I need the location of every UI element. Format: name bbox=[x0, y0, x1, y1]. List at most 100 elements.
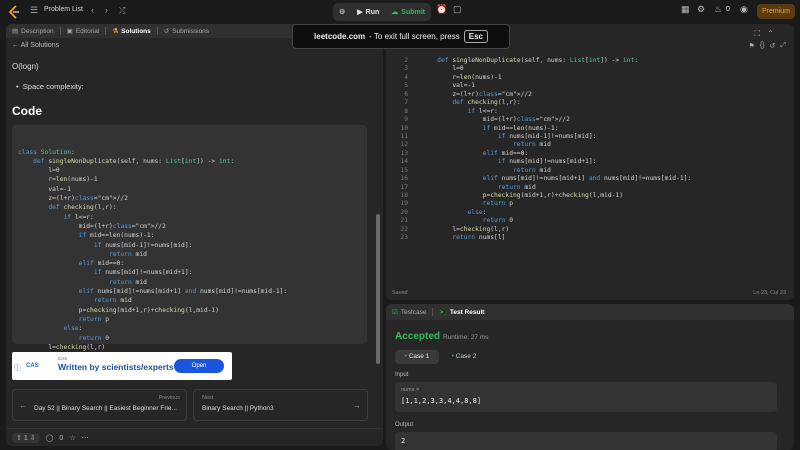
line-number: 3 bbox=[404, 65, 408, 73]
tab-submissions[interactable]: ↺ Submissions bbox=[158, 27, 215, 36]
code-lines: class Solution: def singleNonDuplicate(s… bbox=[12, 144, 367, 366]
run-toolbar: ⚙ ▶ Run ☁ Submit bbox=[333, 3, 432, 21]
editor-line: 11 if nums[mid-1]!=nums[mid]: bbox=[386, 133, 691, 141]
ad-brand: CAS bbox=[26, 363, 39, 369]
cursor-position: Ln 23, Col 23 bbox=[753, 290, 786, 296]
timer-icon[interactable]: ⏰ bbox=[436, 4, 447, 15]
editor-line: 12 return mid bbox=[386, 141, 691, 149]
bullet-space-complexity: • Space complexity: bbox=[16, 82, 84, 91]
run-button[interactable]: ▶ Run bbox=[351, 3, 385, 21]
editor-line: 13 elif mid==0: bbox=[386, 150, 691, 158]
editor-code-text: val=-1 bbox=[422, 82, 476, 90]
debug-icon[interactable]: ⚙ bbox=[333, 3, 351, 21]
note-icon[interactable]: ▢ bbox=[453, 4, 462, 15]
editor-line: 23 return nums[l] bbox=[386, 234, 691, 242]
bookmark-icon[interactable]: ⚑ bbox=[749, 42, 755, 50]
line-number: 7 bbox=[404, 99, 408, 107]
editor-code-text: return p bbox=[482, 200, 514, 208]
output-value: 2 bbox=[401, 437, 406, 445]
previous-solution-title: Day 52 || Binary Search || Easiest Begin… bbox=[34, 405, 177, 412]
tab-solutions[interactable]: ⚗ Solutions bbox=[106, 27, 156, 36]
left-scrollbar[interactable] bbox=[376, 214, 380, 364]
editor-code-text: def checking(l,r): bbox=[452, 99, 521, 107]
avatar[interactable]: ◉ bbox=[740, 4, 748, 15]
ad-banner[interactable]: ⓘ CAS CAS Written by scientists/experts … bbox=[12, 352, 232, 380]
prev-problem-icon[interactable]: ‹ bbox=[91, 5, 94, 15]
problem-list-link[interactable]: Problem List bbox=[44, 6, 83, 13]
tab-testcase[interactable]: ☑ Testcase bbox=[386, 308, 432, 317]
terminal-icon: >_ bbox=[439, 308, 447, 316]
fire-icon[interactable]: ♨ bbox=[714, 4, 722, 15]
line-number: 20 bbox=[400, 208, 408, 216]
line-number: 15 bbox=[400, 166, 408, 174]
settings-icon[interactable]: ⚙ bbox=[697, 4, 705, 15]
history-icon: ↺ bbox=[163, 28, 170, 35]
ad-info-icon[interactable]: ⓘ bbox=[14, 363, 21, 373]
line-number: 18 bbox=[400, 192, 408, 199]
editor-code-text: p=checking(mid+1,r)+checking(l,mid-1) bbox=[422, 192, 623, 199]
editor-code-text: return mid bbox=[513, 166, 551, 174]
back-to-solutions[interactable]: ← All Solutions bbox=[12, 42, 59, 49]
collapse-icon[interactable]: ⌃ bbox=[767, 29, 774, 38]
upload-cloud-icon: ☁ bbox=[391, 9, 399, 16]
code-line: if nums[mid-1]!=nums[mid]: bbox=[93, 241, 193, 249]
fullscreen-text: - To exit full screen, press bbox=[369, 32, 460, 41]
favorite-star-icon[interactable]: ☆ bbox=[69, 434, 75, 442]
comment-icon[interactable]: ◯ bbox=[46, 434, 54, 442]
editor-code-text: return mid bbox=[513, 141, 551, 149]
ad-open-button[interactable]: Open bbox=[174, 359, 224, 373]
editor-code-text: l=checking(l,r) bbox=[422, 225, 510, 233]
more-icon[interactable]: ⋯ bbox=[82, 434, 89, 442]
input-variable-name: nums = bbox=[401, 387, 420, 393]
premium-button[interactable]: Premium bbox=[757, 4, 795, 19]
line-number: 14 bbox=[400, 158, 408, 166]
downvote-icon[interactable]: ⇩ bbox=[30, 435, 36, 442]
editor-code-text: return nums[l] bbox=[452, 234, 506, 242]
line-number: 11 bbox=[400, 132, 408, 140]
editor-line: 22 l=checking(l,r) bbox=[386, 226, 691, 234]
code-line: l=checking(l,r) bbox=[18, 343, 106, 351]
line-number: 5 bbox=[404, 82, 408, 90]
editor-line: 2 def singleNonDuplicate(self, nums: Lis… bbox=[386, 57, 691, 65]
list-icon[interactable]: ☰ bbox=[30, 5, 38, 16]
line-number: 21 bbox=[400, 217, 408, 225]
case-2-tab[interactable]: • Case 2 bbox=[444, 350, 484, 364]
code-editor[interactable]: 2 def singleNonDuplicate(self, nums: Lis… bbox=[386, 57, 691, 243]
next-problem-icon[interactable]: › bbox=[105, 5, 108, 15]
editor-line: 6 z=(l+r)class="cm">//2 bbox=[386, 91, 691, 99]
expand-icon[interactable]: ⤢ bbox=[780, 42, 786, 50]
ad-small-label: CAS bbox=[58, 356, 68, 361]
prev-arrow-icon: ← bbox=[19, 401, 27, 410]
editor-code-text: elif mid==0: bbox=[482, 149, 529, 157]
line-number: 19 bbox=[400, 200, 408, 208]
braces-icon[interactable]: {} bbox=[760, 42, 765, 50]
tab-description[interactable]: ▤ Description bbox=[6, 27, 60, 36]
line-number: 16 bbox=[400, 175, 408, 183]
accepted-status: Accepted bbox=[395, 331, 441, 342]
shuffle-icon[interactable]: ⤮ bbox=[119, 6, 125, 16]
tab-test-result[interactable]: >_ Test Result bbox=[433, 309, 490, 316]
leetcode-logo-icon[interactable] bbox=[8, 5, 20, 19]
upvote-icon[interactable]: ⇧ bbox=[16, 435, 22, 442]
editor-toolbar: ⚑ {} ↺ ⤢ bbox=[749, 42, 786, 50]
layout-icon[interactable]: ▦ bbox=[681, 4, 690, 15]
code-line: else: bbox=[63, 325, 83, 333]
line-number: 10 bbox=[400, 124, 408, 132]
editor-panel: ⛶ ⌃ ⚑ {} ↺ ⤢ 2 def singleNonDuplicate(se… bbox=[386, 24, 794, 300]
line-number: 8 bbox=[404, 107, 408, 115]
reset-icon[interactable]: ↺ bbox=[770, 42, 776, 50]
next-solution-card[interactable]: Next Binary Search || Python3 → bbox=[193, 389, 368, 421]
tab-editorial[interactable]: ▣ Editorial bbox=[61, 27, 106, 36]
code-line: def singleNonDuplicate(self, nums: List[… bbox=[33, 157, 235, 165]
editorial-icon: ▣ bbox=[66, 28, 73, 35]
maximize-icon[interactable]: ⛶ bbox=[754, 29, 760, 39]
comment-count: 0 bbox=[59, 434, 64, 442]
case-1-tab[interactable]: • Case 1 bbox=[395, 350, 439, 364]
code-line: r=len(nums)-1 bbox=[18, 176, 98, 184]
vote-group: ⇧ 1 ⇩ bbox=[12, 433, 40, 443]
solution-footer: ⇧ 1 ⇩ ◯ 0 ☆ ⋯ bbox=[6, 428, 383, 446]
fullscreen-domain: leetcode.com bbox=[314, 32, 366, 41]
editor-code-text: if nums[mid]!=nums[mid+1]: bbox=[497, 158, 597, 166]
submit-button[interactable]: ☁ Submit bbox=[385, 3, 431, 21]
previous-solution-card[interactable]: ← Previous Day 52 || Binary Search || Ea… bbox=[12, 389, 187, 421]
